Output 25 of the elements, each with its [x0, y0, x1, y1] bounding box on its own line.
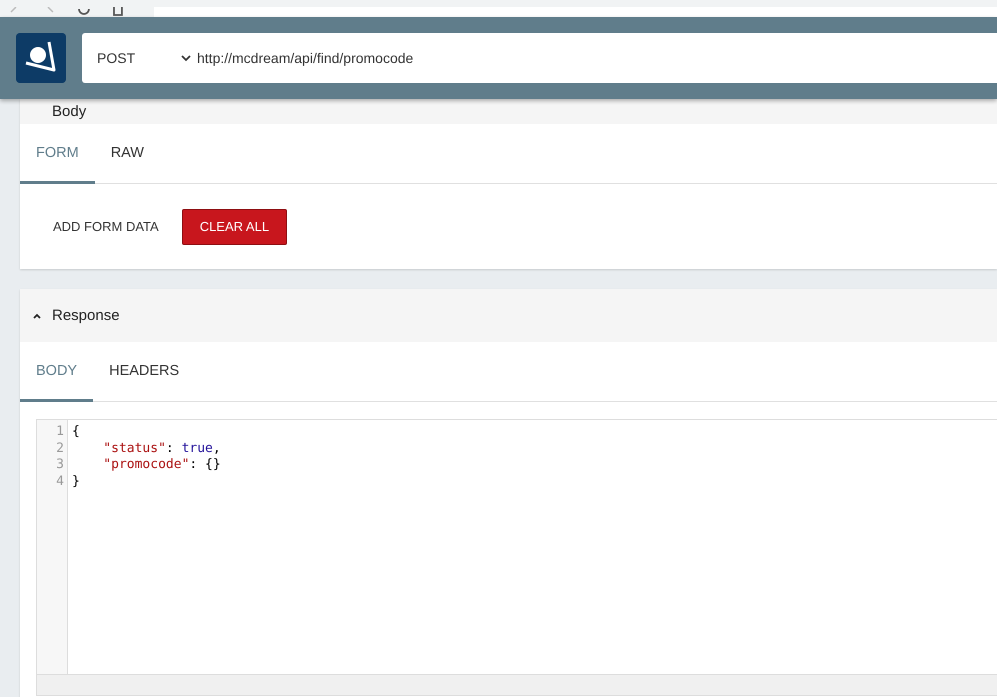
add-form-data-button[interactable]: ADD FORM DATA	[40, 208, 172, 244]
section-title: Body	[52, 103, 86, 120]
line-number: 4	[55, 474, 65, 490]
tab[interactable]: BODY	[20, 342, 94, 402]
tab[interactable]: FORM	[20, 124, 95, 184]
line-number: 3	[55, 457, 65, 474]
section-title: Response	[52, 307, 120, 324]
line-number: 1	[55, 424, 65, 440]
code-line: "status": true,	[102, 440, 221, 457]
code-line: "promocode": {}	[102, 457, 221, 474]
tab[interactable]: RAW	[94, 124, 160, 184]
scrollbar[interactable]	[37, 674, 997, 695]
code-line: {	[72, 424, 81, 440]
code-editor[interactable]: 1 2 3 4 { "status": true, "promocode": {} }	[36, 419, 997, 696]
chevron-icon[interactable]	[32, 312, 42, 320]
url-field[interactable]: http://mcdream/api/find/promocode	[197, 50, 414, 66]
logo-icon	[16, 33, 66, 83]
line-number: 2	[55, 440, 65, 457]
code-line: }	[72, 474, 81, 490]
tab[interactable]: HEADERS	[93, 342, 196, 402]
reload-icon[interactable]	[78, 7, 90, 17]
response-header[interactable]: Response	[20, 289, 997, 342]
method-select[interactable]: POST	[82, 50, 197, 66]
clear-all-button[interactable]: CLEAR ALL	[182, 208, 288, 244]
caret-icon[interactable]	[181, 54, 191, 62]
